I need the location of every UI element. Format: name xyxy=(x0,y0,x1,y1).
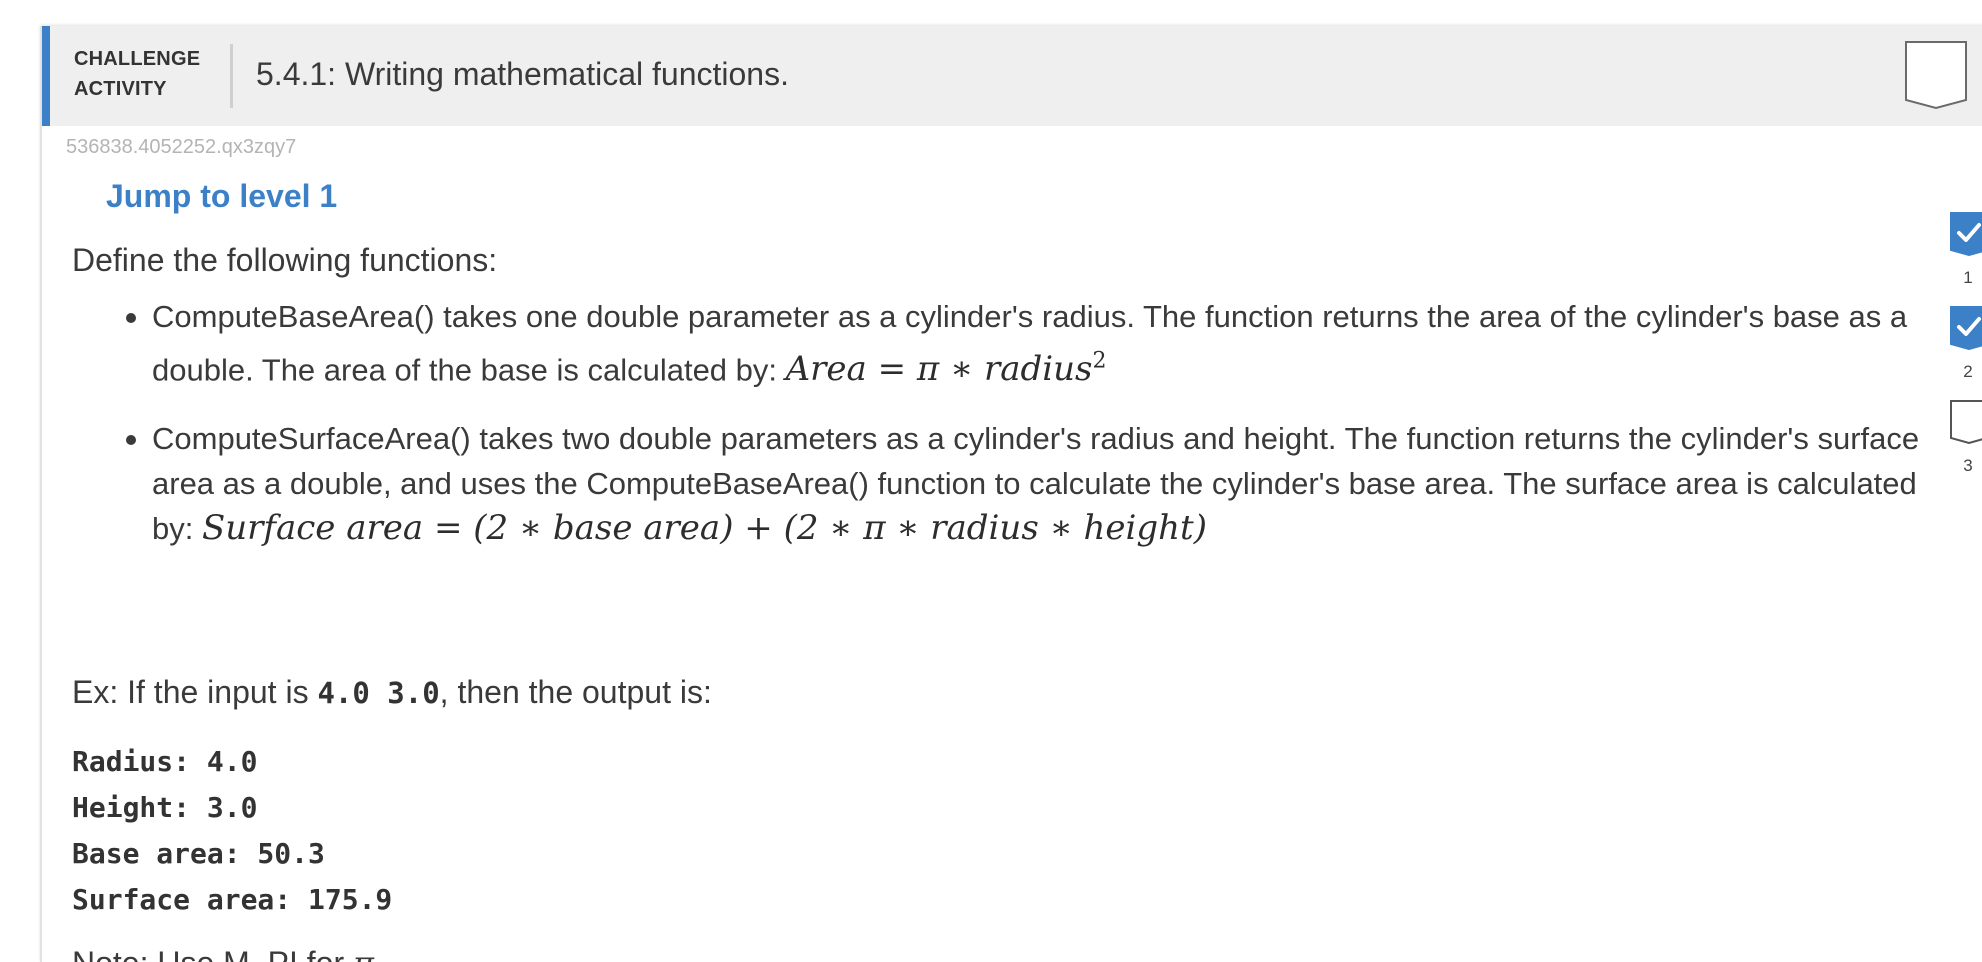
note-suffix: . xyxy=(374,945,383,962)
bullet-icon xyxy=(126,435,136,446)
level-number: 1 xyxy=(1963,268,1973,287)
formula-text: Area = π ∗ radius xyxy=(785,349,1093,390)
level-completed-icon xyxy=(1950,212,1982,256)
example-text: Ex: If the input is 4.0 3.0, then the ou… xyxy=(72,674,712,711)
caption-line-2: ACTIVITY xyxy=(74,78,167,100)
formula: Area = π ∗ radius2 xyxy=(786,349,1107,389)
formula: Surface area = (2 ∗ base area) + (2 ∗ π … xyxy=(202,508,1207,548)
activity-header: CHALLENGE ACTIVITY 5.4.1: Writing mathem… xyxy=(42,26,1982,126)
function-list: ComputeBaseArea() takes one double param… xyxy=(72,294,1942,575)
activity-id: 536838.4052252.qx3zqy7 xyxy=(66,136,297,158)
intro-text: Define the following functions: xyxy=(72,242,498,278)
level-1-button[interactable]: 1 xyxy=(1948,212,1982,306)
completion-badge-icon xyxy=(1904,40,1968,110)
level-completed-icon xyxy=(1950,306,1982,350)
caption-line-1: CHALLENGE xyxy=(74,48,201,70)
list-item: ComputeBaseArea() takes one double param… xyxy=(126,294,1942,392)
formula-exponent: 2 xyxy=(1092,349,1107,374)
list-item: ComputeSurfaceArea() takes two double pa… xyxy=(126,416,1942,551)
level-number: 2 xyxy=(1963,362,1973,381)
note-prefix: Note: Use M_PI for xyxy=(72,945,353,962)
header-divider xyxy=(230,44,233,108)
challenge-activity: CHALLENGE ACTIVITY 5.4.1: Writing mathem… xyxy=(40,26,1982,962)
level-3-button[interactable]: 3 xyxy=(1948,400,1982,494)
note-pi: π xyxy=(353,944,374,962)
level-number: 3 xyxy=(1963,456,1973,475)
example-suffix: , then the output is: xyxy=(439,674,712,710)
bullet-icon xyxy=(126,313,136,323)
page: CHALLENGE ACTIVITY 5.4.1: Writing mathem… xyxy=(0,0,1982,962)
formula-text: Surface area = (2 ∗ base area) + (2 ∗ π … xyxy=(201,508,1207,549)
activity-title: 5.4.1: Writing mathematical functions. xyxy=(256,56,789,92)
level-incomplete-icon xyxy=(1950,400,1982,444)
level-indicator: 1 2 3 xyxy=(1948,212,1982,494)
example-prefix: Ex: If the input is xyxy=(72,674,318,710)
jump-to-level-link[interactable]: Jump to level 1 xyxy=(106,178,337,215)
note-text: Note: Use M_PI for π. xyxy=(72,944,383,962)
example-input: 4.0 3.0 xyxy=(317,676,440,710)
example-output: Radius: 4.0 Height: 3.0 Base area: 50.3 … xyxy=(72,745,393,916)
activity-caption: CHALLENGE ACTIVITY xyxy=(74,44,214,104)
level-2-button[interactable]: 2 xyxy=(1948,306,1982,400)
